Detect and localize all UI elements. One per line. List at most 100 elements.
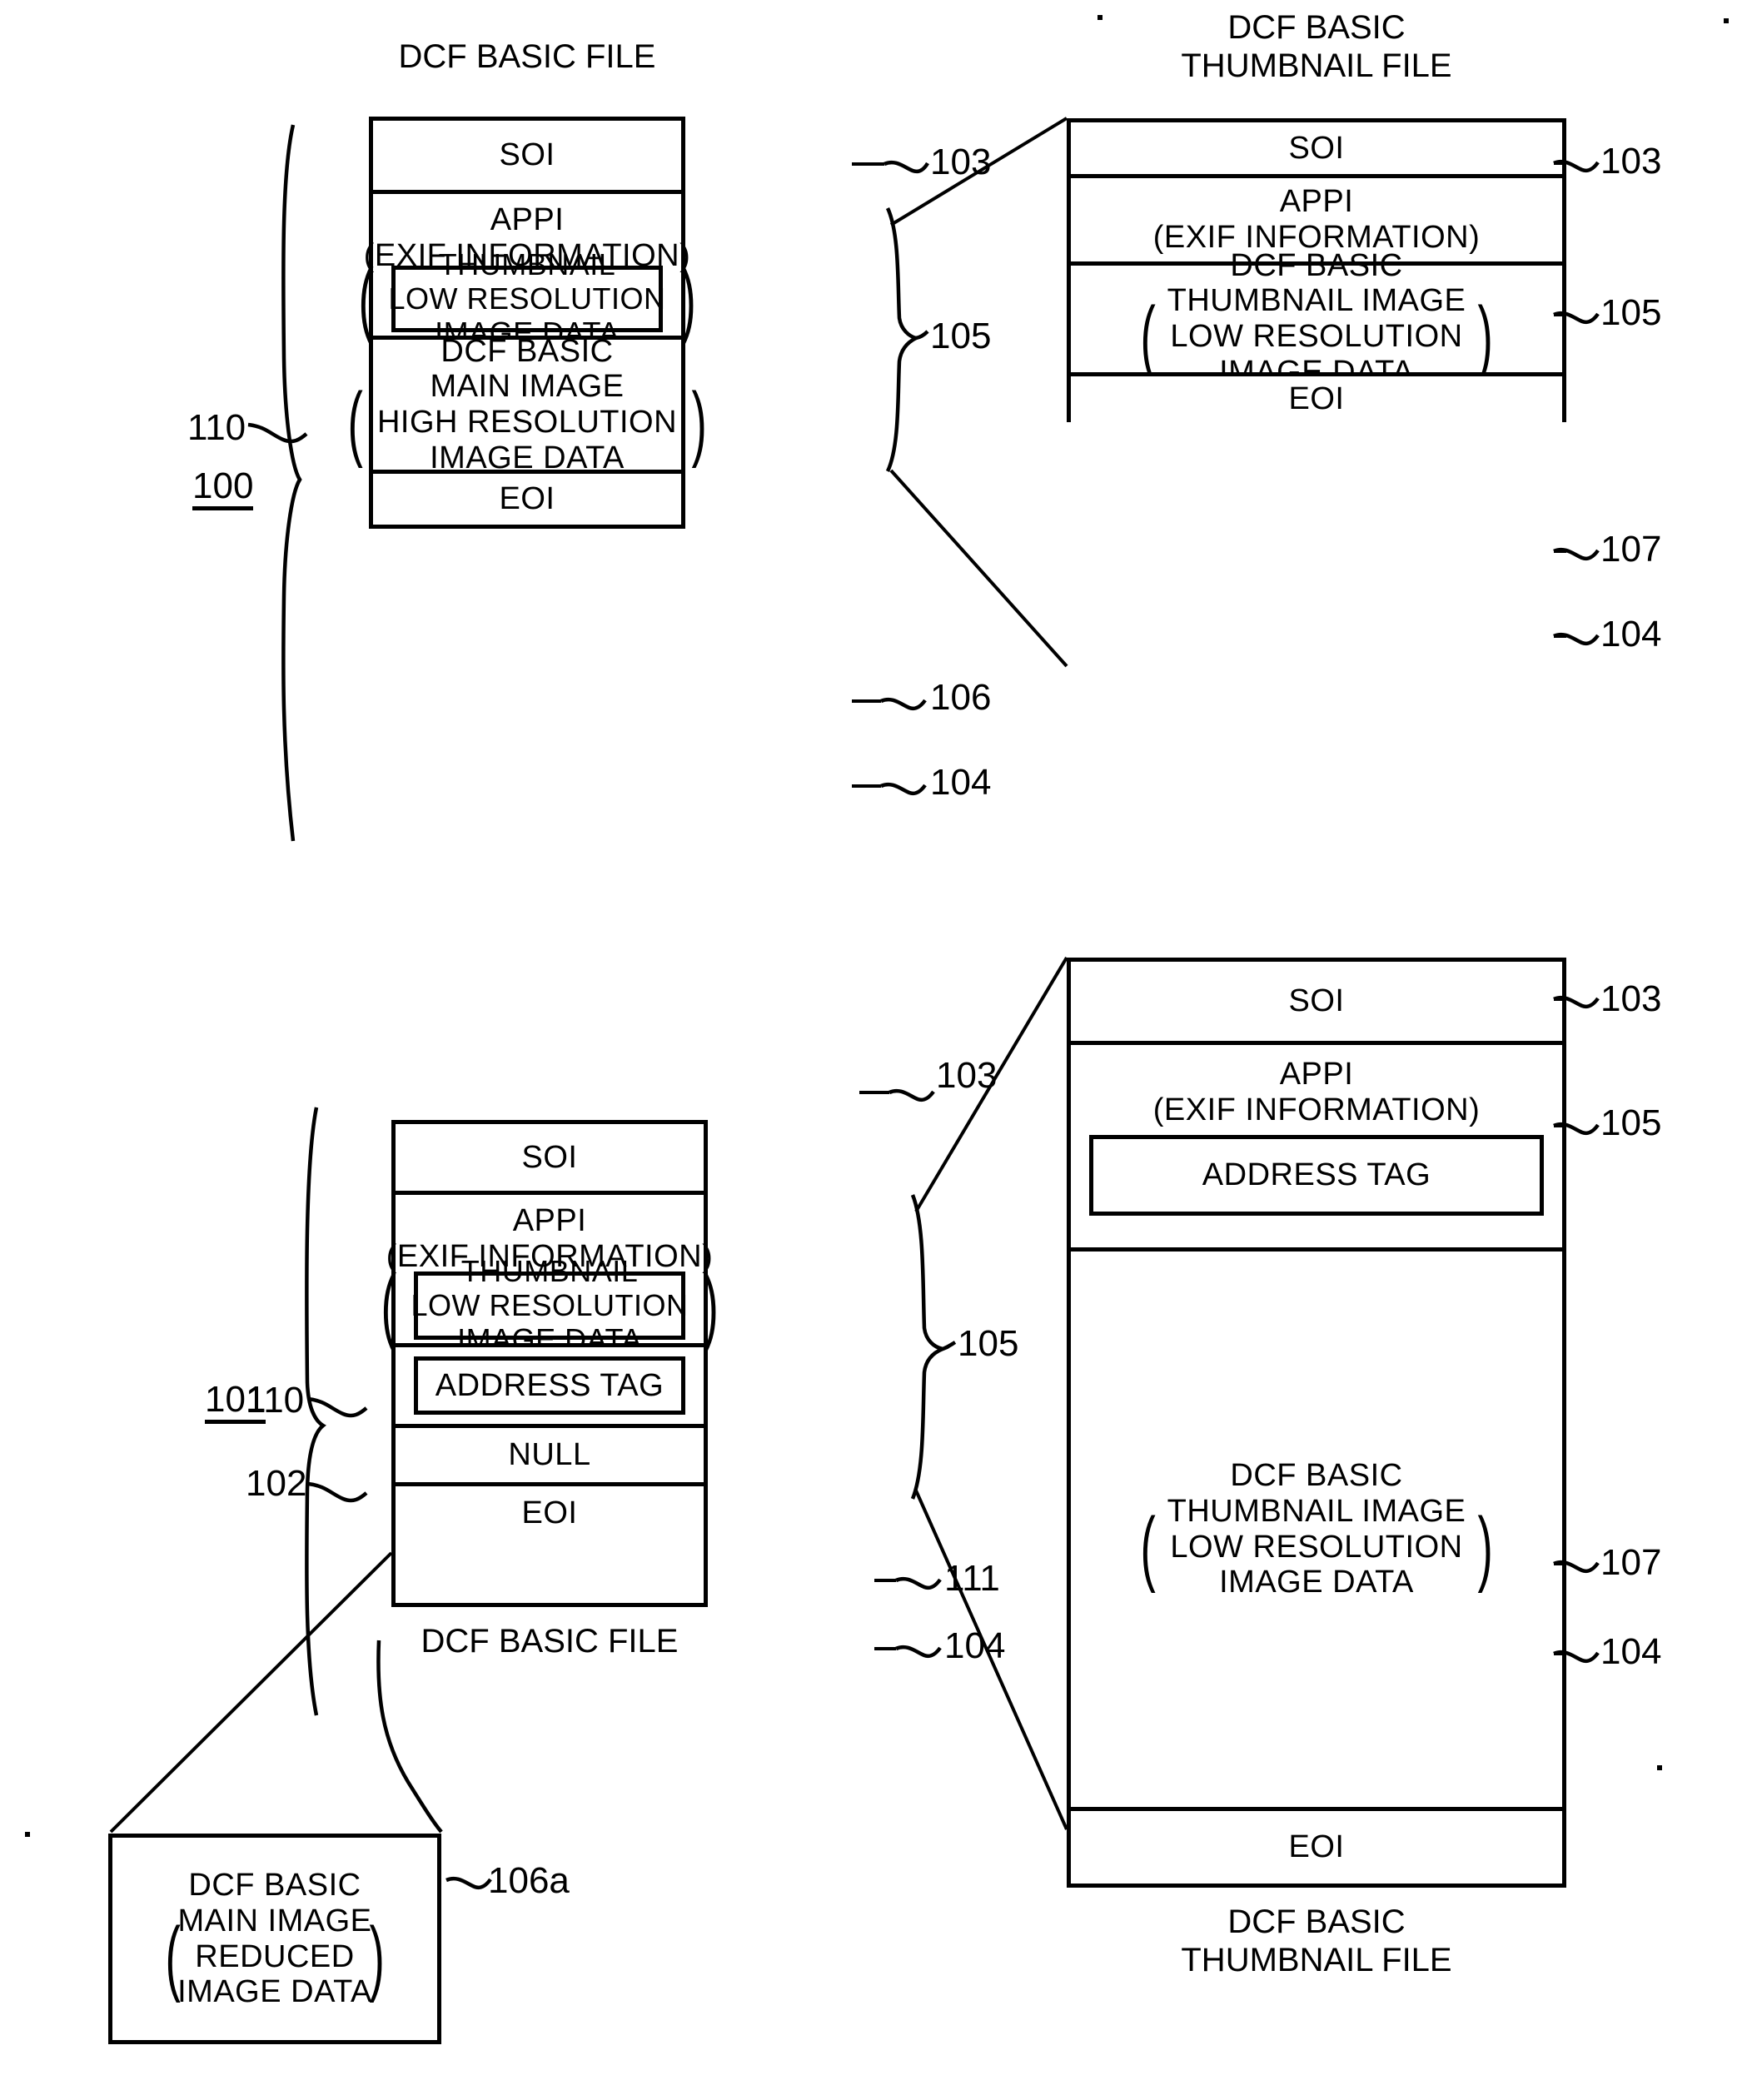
connector-106a-right bbox=[376, 1640, 443, 1834]
bottom-right-file-caption-line1: DCF BASIC bbox=[1227, 1903, 1406, 1940]
ref-103-top-right: 103 bbox=[1600, 143, 1661, 180]
leader-110-bottom bbox=[307, 1396, 368, 1418]
ref-105-bottom-left-text: 105 bbox=[958, 1323, 1019, 1364]
segment-eoi: EOI bbox=[1071, 1811, 1562, 1884]
main-image-line2: MAIN IMAGE bbox=[430, 369, 625, 405]
ref-104-bottom-left-text: 104 bbox=[944, 1625, 1006, 1666]
thumb-image-line3-row: ( LOW RESOLUTION ) bbox=[1134, 290, 1499, 384]
leader-111-bottom-left bbox=[895, 1576, 942, 1590]
thumb-image-line1: DCF BASIC bbox=[1230, 1458, 1403, 1494]
main-image-line4: IMAGE DATA bbox=[430, 440, 625, 475]
left-paren: ( bbox=[358, 252, 374, 346]
segment-eoi: EOI bbox=[1071, 376, 1562, 422]
top-left-file-title-text: DCF BASIC FILE bbox=[398, 38, 656, 75]
ref-103-top-left: 103 bbox=[930, 144, 991, 181]
ref-103-bottom-right-text: 103 bbox=[1600, 978, 1662, 1019]
ref-105-bottom-right-text: 105 bbox=[1600, 1102, 1662, 1143]
ref-102-text: 102 bbox=[246, 1463, 307, 1504]
brace-105-bottom-left bbox=[910, 1194, 949, 1500]
ref-104-top-right-text: 104 bbox=[1600, 614, 1662, 654]
thumbnail-line1: THUMBNAIL bbox=[460, 1253, 639, 1288]
left-paren: ( bbox=[381, 1259, 396, 1352]
thumb-image-line3: LOW RESOLUTION bbox=[1170, 1529, 1463, 1565]
ref-111-text: 111 bbox=[944, 1558, 1000, 1599]
ref-104-bottom-left: 104 bbox=[944, 1628, 1005, 1665]
segment-soi-label: SOI bbox=[1288, 983, 1345, 1019]
thumbnail-line1: THUMBNAIL bbox=[438, 246, 616, 281]
right-paren: ) bbox=[1477, 290, 1493, 384]
ref-105-top-left: 105 bbox=[930, 318, 991, 355]
ref-105-top-right-text: 105 bbox=[1600, 292, 1662, 333]
expand-line-top-lower bbox=[889, 469, 1068, 668]
ref-105-bottom-right: 105 bbox=[1600, 1105, 1661, 1142]
ref-104-bottom-right: 104 bbox=[1600, 1634, 1661, 1670]
right-paren: ) bbox=[1477, 1500, 1493, 1594]
ref-107-top-right-text: 107 bbox=[1600, 529, 1662, 570]
ref-105-top-right: 105 bbox=[1600, 295, 1661, 331]
top-right-file-title-line2: THUMBNAIL FILE bbox=[1181, 47, 1452, 84]
segment-eoi: EOI bbox=[396, 1486, 704, 1540]
scan-speck-2 bbox=[1724, 18, 1729, 23]
detached-reduced-image-box: DCF BASIC MAIN IMAGE ( REDUCED ) IMAGE D… bbox=[108, 1834, 441, 2044]
thumbnail-line2: LOW RESOLUTION bbox=[388, 281, 666, 316]
top-right-file-title-line1: DCF BASIC bbox=[1227, 9, 1406, 46]
thumbnail-inner-box: THUMBNAIL ( LOW RESOLUTION ) IMAGE DATA bbox=[359, 247, 696, 350]
top-left-file-title: DCF BASIC FILE bbox=[369, 37, 685, 76]
reduced-line3-row: ( REDUCED ) bbox=[159, 1915, 391, 1998]
leader-104-bottom-left bbox=[895, 1645, 942, 1659]
ref-104-top-left-text: 104 bbox=[930, 762, 992, 803]
segment-appi-label-line1: APPI bbox=[1279, 1057, 1354, 1092]
address-tag-label: ADDRESS TAG bbox=[1202, 1157, 1431, 1193]
right-paren: ) bbox=[703, 1259, 719, 1352]
segment-appi-label-line2: (EXIF INFORMATION) bbox=[1152, 1092, 1481, 1127]
thumb-image-line2: THUMBNAIL IMAGE bbox=[1167, 283, 1466, 319]
ref-100: 100 bbox=[192, 468, 254, 510]
leader-102-bottom bbox=[307, 1481, 368, 1503]
segment-soi: SOI bbox=[373, 121, 681, 194]
thumbnail-inner-box: THUMBNAIL ( LOW RESOLUTION ) IMAGE DATA bbox=[381, 1254, 719, 1356]
thumb-image-line4: IMAGE DATA bbox=[1219, 1565, 1414, 1600]
left-paren: ( bbox=[1140, 1500, 1156, 1594]
ref-102: 102 bbox=[246, 1466, 306, 1502]
ref-110-bottom-text: 110 bbox=[246, 1380, 305, 1421]
ref-107-bottom-right: 107 bbox=[1600, 1545, 1661, 1581]
segment-soi: SOI bbox=[396, 1124, 704, 1195]
segment-appi: APPI (EXIF INFORMATION) THUMBNAIL ( LOW … bbox=[381, 1195, 719, 1356]
segment-soi-label: SOI bbox=[499, 137, 555, 173]
brace-105-top-left bbox=[885, 207, 922, 472]
connector-106a-left bbox=[109, 1551, 393, 1834]
ref-110-bottom: 110 bbox=[246, 1382, 304, 1419]
thumbnail-line2: LOW RESOLUTION bbox=[411, 1287, 689, 1322]
ref-104-top-left: 104 bbox=[930, 764, 991, 801]
segment-thumbnail-image: DCF BASIC THUMBNAIL IMAGE ( LOW RESOLUTI… bbox=[1071, 1252, 1562, 1811]
right-paren: ) bbox=[680, 252, 696, 346]
leader-103-top-left bbox=[883, 160, 929, 174]
leader-104-top-left bbox=[880, 782, 927, 796]
scan-speck-1 bbox=[1098, 15, 1102, 20]
ref-106a-text: 106a bbox=[488, 1860, 570, 1901]
bottom-left-file-caption-text: DCF BASIC FILE bbox=[421, 1623, 679, 1660]
ref-111: 111 bbox=[944, 1560, 1000, 1597]
reduced-line3: REDUCED bbox=[195, 1938, 355, 1974]
right-paren: ) bbox=[691, 376, 707, 470]
ref-105-bottom-left: 105 bbox=[958, 1326, 1018, 1362]
segment-eoi-label: EOI bbox=[521, 1495, 578, 1531]
segment-eoi: EOI bbox=[373, 474, 681, 525]
ref-106-top-left-text: 106 bbox=[930, 677, 992, 718]
ref-107-top-right: 107 bbox=[1600, 531, 1661, 568]
ref-107-bottom-right-text: 107 bbox=[1600, 1542, 1662, 1583]
ref-106a: 106a bbox=[488, 1863, 570, 1899]
segment-appi: APPI (EXIF INFORMATION) THUMBNAIL ( LOW … bbox=[359, 194, 696, 350]
bottom-left-file-caption: DCF BASIC FILE bbox=[391, 1622, 708, 1660]
address-tag-label: ADDRESS TAG bbox=[435, 1367, 664, 1403]
ref-110-top-text: 110 bbox=[187, 407, 246, 448]
top-left-file-block: SOI APPI (EXIF INFORMATION) THUMBNAIL ( … bbox=[347, 117, 707, 529]
bottom-right-file-caption: DCF BASIC THUMBNAIL FILE bbox=[1067, 1903, 1566, 1979]
thumb-image-line3-row: ( LOW RESOLUTION ) bbox=[1134, 1500, 1499, 1594]
scan-speck-3 bbox=[25, 1832, 30, 1837]
ref-103-top-left-text: 103 bbox=[930, 142, 992, 182]
thumbnail-line2-row: ( LOW RESOLUTION ) bbox=[375, 1259, 724, 1352]
leader-106a bbox=[445, 1876, 492, 1890]
segment-soi-label: SOI bbox=[521, 1139, 578, 1175]
segment-address-tag: ADDRESS TAG bbox=[396, 1347, 704, 1428]
